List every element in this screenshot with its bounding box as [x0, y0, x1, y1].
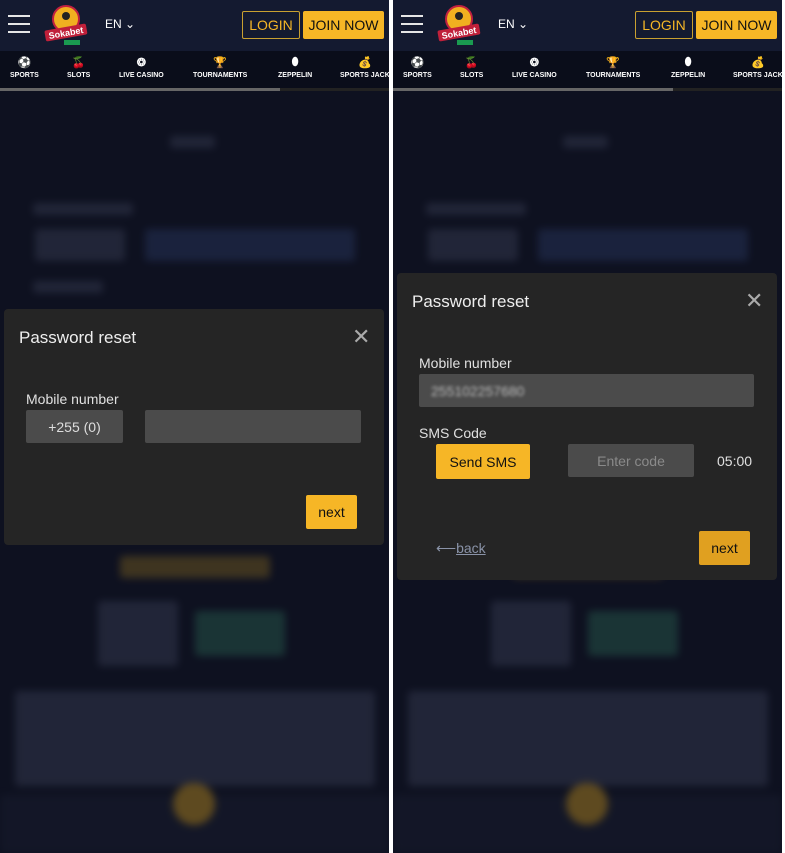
nav-item-label: SPORTS JACK — [340, 72, 389, 79]
nav-item-sports-jack[interactable]: 💰 SPORTS JACK — [733, 56, 782, 79]
language-label: EN — [498, 17, 515, 31]
money-bag-icon: 💰 — [358, 57, 372, 69]
modal-title: Password reset — [412, 292, 530, 311]
nav-item-sports[interactable]: ⚽ SPORTS — [10, 56, 39, 79]
nav-item-slots[interactable]: 🍒 SLOTS — [67, 56, 90, 79]
sms-code-label: SMS Code — [419, 425, 487, 441]
zeppelin-icon: ⬮ — [291, 56, 299, 68]
money-bag-icon: 💰 — [751, 57, 765, 69]
sms-code-input[interactable]: Enter code — [568, 444, 694, 477]
nav-item-label: SLOTS — [67, 72, 91, 79]
nav-item-slots[interactable]: 🍒 SLOTS — [460, 56, 483, 79]
trophy-icon: 🏆 — [213, 57, 228, 69]
back-link[interactable]: ⟵back — [436, 540, 486, 557]
soccer-ball-icon: ⚽ — [17, 57, 32, 69]
header: Sokabet EN ⌄ LOGIN JOIN NOW — [393, 0, 782, 51]
mobile-number-label: Mobile number — [26, 391, 119, 407]
nav-item-zeppelin[interactable]: ⬮ ZEPPELIN — [278, 56, 312, 79]
category-nav: ⚽ SPORTS 🍒 SLOTS ❂ LIVE CASINO 🏆 TOURNAMENTS ⬮ ZE… — [0, 51, 389, 88]
cherries-icon: 🍒 — [71, 57, 86, 69]
category-nav: ⚽ SPORTS 🍒 SLOTS ❂ LIVE CASINO 🏆 TOURNAMENTS ⬮ ZE… — [393, 51, 782, 88]
next-button[interactable]: next — [699, 531, 750, 565]
nav-item-label: SPORTS — [10, 72, 39, 79]
language-label: EN — [105, 17, 122, 31]
nav-item-label: SLOTS — [460, 72, 484, 79]
menu-icon[interactable] — [8, 15, 30, 33]
sokabet-logo[interactable]: Sokabet — [42, 3, 90, 47]
nav-item-label: LIVE CASINO — [119, 72, 164, 79]
mobile-number-label: Mobile number — [419, 355, 512, 371]
login-button[interactable]: LOGIN — [635, 11, 693, 39]
phone-value: 255102257680 — [431, 382, 525, 399]
nav-item-label: SPORTS — [403, 72, 432, 79]
nav-item-label: TOURNAMENTS — [586, 72, 641, 79]
nav-item-live-casino[interactable]: ❂ LIVE CASINO — [512, 56, 557, 79]
nav-item-zeppelin[interactable]: ⬮ ZEPPELIN — [671, 56, 705, 79]
arrow-left-icon: ⟵ — [436, 540, 457, 556]
language-selector[interactable]: EN ⌄ — [105, 17, 135, 31]
join-now-button[interactable]: JOIN NOW — [696, 11, 777, 39]
language-selector[interactable]: EN ⌄ — [498, 17, 528, 31]
roulette-icon: ❂ — [529, 57, 539, 69]
nav-item-label: SPORTS JACK — [733, 72, 782, 79]
header: Sokabet EN ⌄ LOGIN JOIN NOW — [0, 0, 389, 51]
login-button[interactable]: LOGIN — [242, 11, 300, 39]
trophy-icon: 🏆 — [606, 57, 621, 69]
nav-item-live-casino[interactable]: ❂ LIVE CASINO — [119, 56, 164, 79]
close-icon[interactable]: ✕ — [745, 290, 763, 312]
sms-code-placeholder: Enter code — [597, 452, 665, 469]
send-sms-button[interactable]: Send SMS — [436, 444, 530, 479]
chevron-down-icon: ⌄ — [518, 17, 529, 31]
phone-input[interactable]: 255102257680 — [419, 374, 754, 407]
svg-text:Sokabet: Sokabet — [441, 25, 477, 41]
password-reset-sms-modal: Password reset ✕ Mobile number 255102257… — [397, 273, 777, 580]
close-icon[interactable]: ✕ — [352, 326, 370, 348]
nav-item-tournaments[interactable]: 🏆 TOURNAMENTS — [193, 56, 247, 79]
nav-item-label: LIVE CASINO — [512, 72, 557, 79]
modal-title: Password reset — [19, 328, 137, 347]
nav-item-tournaments[interactable]: 🏆 TOURNAMENTS — [586, 56, 640, 79]
sokabet-logo[interactable]: Sokabet — [435, 3, 483, 47]
nav-item-label: TOURNAMENTS — [193, 72, 248, 79]
menu-icon[interactable] — [401, 15, 423, 33]
zeppelin-icon: ⬮ — [684, 56, 692, 68]
join-now-button[interactable]: JOIN NOW — [303, 11, 384, 39]
nav-item-sports-jack[interactable]: 💰 SPORTS JACK — [340, 56, 389, 79]
svg-text:Sokabet: Sokabet — [48, 25, 84, 41]
country-code-prefix[interactable]: +255 (0) — [26, 410, 123, 443]
password-reset-modal: Password reset ✕ Mobile number +255 (0) … — [4, 309, 384, 545]
countdown-timer: 05:00 — [717, 453, 753, 469]
chevron-down-icon: ⌄ — [125, 17, 136, 31]
nav-item-label: ZEPPELIN — [278, 72, 313, 79]
soccer-ball-icon: ⚽ — [410, 57, 425, 69]
back-label: back — [456, 540, 486, 556]
phone-input[interactable] — [145, 410, 361, 443]
nav-item-sports[interactable]: ⚽ SPORTS — [403, 56, 432, 79]
nav-item-label: ZEPPELIN — [671, 72, 706, 79]
next-button[interactable]: next — [306, 495, 357, 529]
cherries-icon: 🍒 — [464, 57, 479, 69]
roulette-icon: ❂ — [136, 57, 146, 69]
